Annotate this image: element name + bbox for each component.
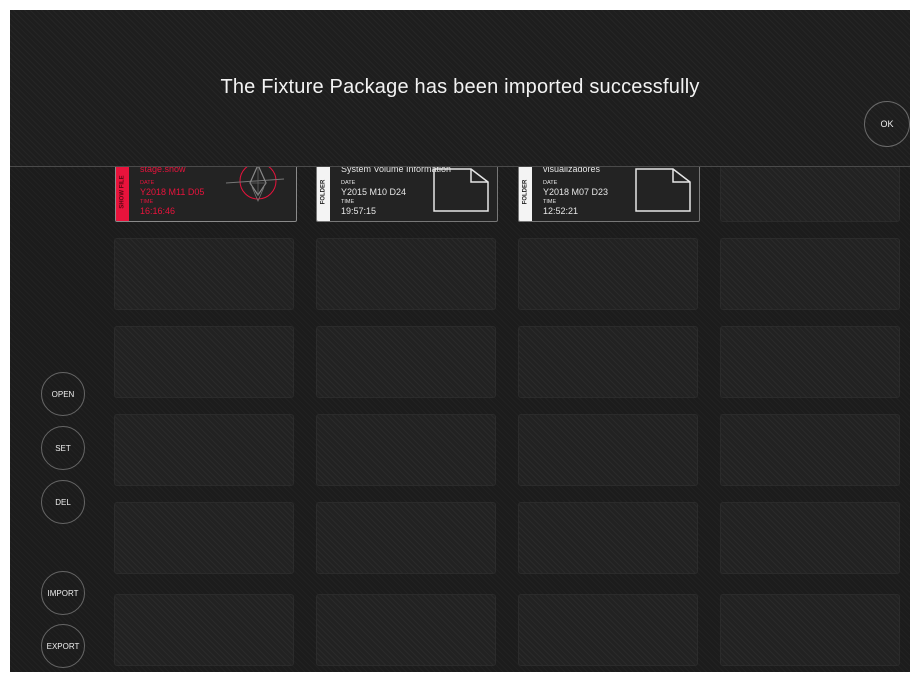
empty-slot[interactable] bbox=[720, 326, 900, 398]
date-label: DATE bbox=[543, 180, 558, 186]
file-time: 16:16:46 bbox=[140, 206, 176, 216]
folder-date: Y2018 M07 D23 bbox=[543, 187, 609, 197]
import-success-message: The Fixture Package has been imported su… bbox=[220, 76, 700, 98]
empty-slot[interactable] bbox=[720, 594, 900, 666]
folder-icon bbox=[433, 168, 489, 212]
ok-button[interactable]: OK bbox=[864, 101, 910, 147]
folder-date: Y2015 M10 D24 bbox=[341, 187, 407, 197]
empty-slot[interactable] bbox=[114, 594, 294, 666]
file-card-show[interactable]: SHOW FILE stage.show DATE Y2018 M11 D05 … bbox=[115, 162, 297, 222]
empty-slot[interactable] bbox=[316, 238, 496, 310]
show-logo-icon bbox=[225, 163, 285, 203]
empty-slot[interactable] bbox=[114, 414, 294, 486]
export-button[interactable]: EXPORT bbox=[41, 624, 85, 668]
empty-slot[interactable] bbox=[518, 326, 698, 398]
date-label: DATE bbox=[140, 180, 155, 186]
open-button[interactable]: OPEN bbox=[41, 372, 85, 416]
empty-slot[interactable] bbox=[720, 414, 900, 486]
file-type-tag: SHOW FILE bbox=[116, 163, 129, 221]
empty-slot[interactable] bbox=[316, 502, 496, 574]
file-card-folder[interactable]: FOLDER System Volume Information DATE Y2… bbox=[316, 162, 498, 222]
time-label: TIME bbox=[140, 199, 154, 205]
file-browser-screen: SHOW FILE stage.show DATE Y2018 M11 D05 … bbox=[10, 10, 910, 672]
file-type-tag: FOLDER bbox=[317, 163, 330, 221]
empty-slot[interactable] bbox=[518, 238, 698, 310]
empty-slot[interactable] bbox=[316, 326, 496, 398]
empty-slot[interactable] bbox=[114, 502, 294, 574]
empty-slot[interactable] bbox=[720, 502, 900, 574]
set-button[interactable]: SET bbox=[41, 426, 85, 470]
empty-slot[interactable] bbox=[720, 238, 900, 310]
file-date: Y2018 M11 D05 bbox=[140, 187, 205, 197]
empty-slot[interactable] bbox=[114, 326, 294, 398]
folder-time: 12:52:21 bbox=[543, 206, 579, 216]
folder-icon bbox=[635, 168, 691, 212]
empty-slot[interactable] bbox=[720, 162, 900, 222]
empty-slot[interactable] bbox=[114, 238, 294, 310]
notification-banner: The Fixture Package has been imported su… bbox=[10, 10, 910, 167]
file-type-tag: FOLDER bbox=[519, 163, 532, 221]
empty-slot[interactable] bbox=[518, 594, 698, 666]
date-label: DATE bbox=[341, 180, 356, 186]
time-label: TIME bbox=[543, 199, 557, 205]
empty-slot[interactable] bbox=[518, 414, 698, 486]
folder-time: 19:57:15 bbox=[341, 206, 377, 216]
time-label: TIME bbox=[341, 199, 355, 205]
delete-button[interactable]: DEL bbox=[41, 480, 85, 524]
import-button[interactable]: IMPORT bbox=[41, 571, 85, 615]
empty-slot[interactable] bbox=[316, 594, 496, 666]
file-card-folder[interactable]: FOLDER visualizadores DATE Y2018 M07 D23… bbox=[518, 162, 700, 222]
empty-slot[interactable] bbox=[518, 502, 698, 574]
empty-slot[interactable] bbox=[316, 414, 496, 486]
